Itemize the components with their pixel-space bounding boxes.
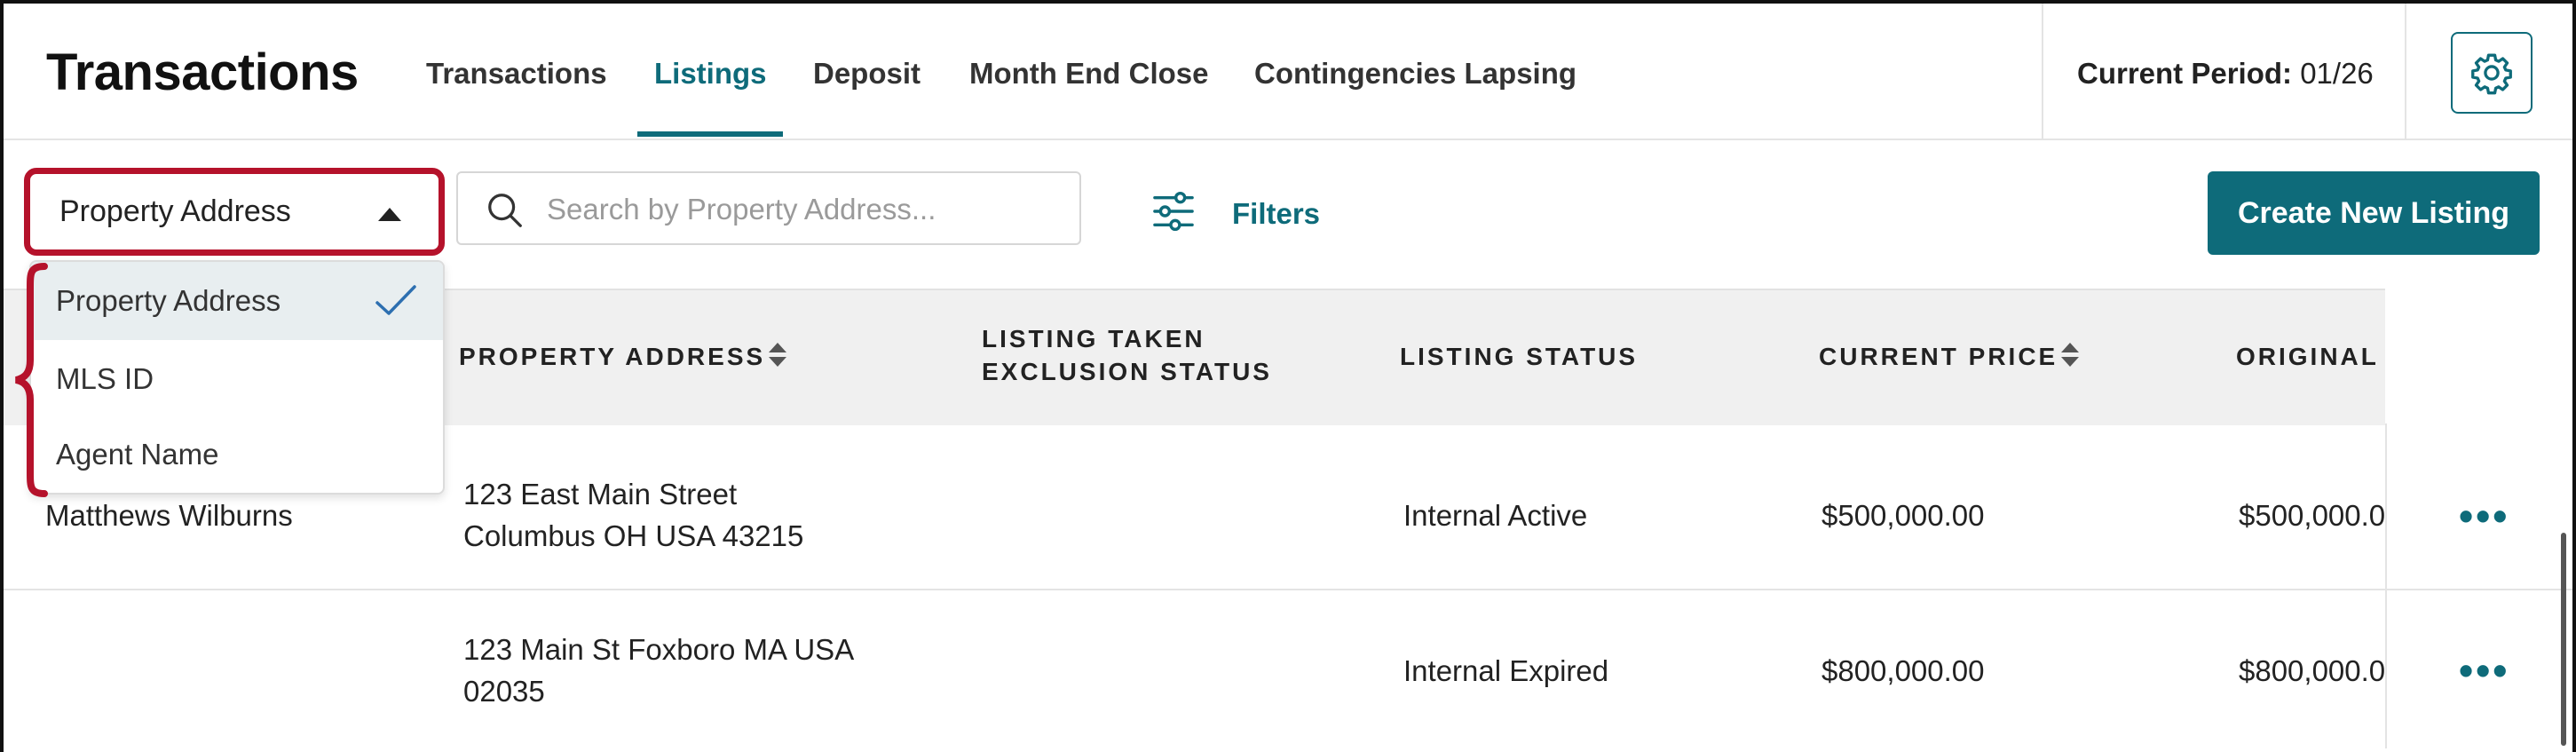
column-header-property-address[interactable]: PROPERTY ADDRESS [459,340,787,373]
property-address-cell: 123 Main St Foxboro MA USA 02035 [463,629,854,712]
property-address-cell: 123 East Main Street Columbus OH USA 432… [463,473,803,557]
listing-status-cell: Internal Active [1403,499,1588,532]
current-period-value: 01/26 [2300,57,2374,90]
address-line: 123 Main St Foxboro MA USA [463,633,855,666]
caret-up-icon [378,208,401,221]
tab-deposit[interactable]: Deposit [813,57,921,91]
tab-month-end-close[interactable]: Month End Close [969,57,1208,91]
column-header-original-price: ORIGINAL [2236,343,2379,370]
tab-contingencies-lapsing[interactable]: Contingencies Lapsing [1254,57,1576,91]
more-actions-icon[interactable]: ••• [2459,495,2509,536]
tab-transactions[interactable]: Transactions [426,57,607,91]
original-price-cell: $800,000.0 [2239,654,2386,687]
vertical-scrollbar[interactable] [2561,533,2566,746]
dropdown-option-mls-id[interactable]: MLS ID [31,340,443,418]
sliders-icon[interactable] [1151,191,1196,232]
header-divider [2405,4,2406,139]
address-line: Columbus OH USA 43215 [463,519,804,552]
create-new-listing-button[interactable]: Create New Listing [2208,171,2540,255]
sticky-column-divider [2385,423,2387,748]
more-actions-icon[interactable]: ••• [2459,650,2509,691]
filters-button[interactable]: Filters [1232,197,1320,231]
address-line: 123 East Main Street [463,478,738,511]
current-price-cell: $800,000.00 [1821,654,1985,687]
checkmark-icon [375,285,416,315]
top-header: Transactions Transactions Listings Depos… [4,4,2572,140]
dropdown-option-agent-name[interactable]: Agent Name [31,416,443,493]
tab-listings[interactable]: Listings [654,57,767,91]
original-price-cell: $500,000.0 [2239,499,2386,532]
column-header-exclusion-status: LISTING TAKEN EXCLUSION STATUS [982,322,1272,388]
column-label: EXCLUSION STATUS [982,358,1272,385]
search-by-select-value: Property Address [59,194,291,228]
table-row[interactable]: 123 Main St Foxboro MA USA 02035 Interna… [4,590,2572,752]
current-period: Current Period: 01/26 [2077,57,2374,91]
header-divider [2042,4,2043,139]
settings-button[interactable] [2451,32,2533,114]
agent-name-cell: Matthews Wilburns [45,499,293,532]
search-by-dropdown-menu: Property Address MLS ID Agent Name [29,260,445,495]
active-tab-indicator [637,131,783,137]
search-input[interactable]: Search by Property Address... [456,171,1081,245]
column-label: CURRENT PRICE [1819,343,2058,370]
option-label: Property Address [56,284,281,317]
current-period-label: Current Period: [2077,57,2293,90]
page-title: Transactions [46,44,359,101]
address-line: 02035 [463,675,545,708]
dropdown-option-property-address[interactable]: Property Address [31,262,443,340]
listing-status-cell: Internal Expired [1403,654,1609,687]
current-price-cell: $500,000.00 [1821,499,1985,532]
column-header-listing-status: LISTING STATUS [1400,343,1639,370]
search-placeholder: Search by Property Address... [547,193,936,226]
search-by-select[interactable]: Property Address [24,168,445,256]
search-icon [488,194,522,227]
column-header-current-price[interactable]: CURRENT PRICE [1819,340,2080,373]
column-label: LISTING TAKEN [982,325,1205,352]
column-label: PROPERTY ADDRESS [459,343,766,370]
gear-icon [2471,53,2512,95]
annotation-brace-icon [15,263,48,497]
